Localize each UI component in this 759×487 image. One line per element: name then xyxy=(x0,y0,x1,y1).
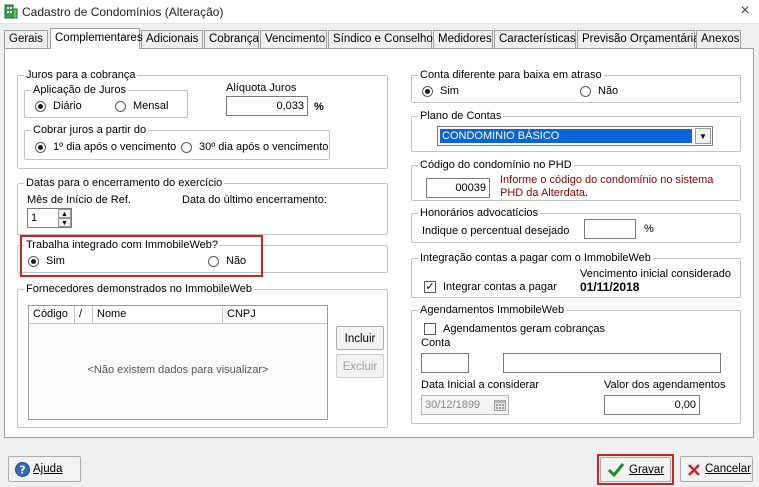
footer-bar: ? Ajuda Gravar Cancelar xyxy=(0,448,759,487)
agendamentos-group: Agendamentos ImmobileWeb Agendamentos ge… xyxy=(411,304,741,424)
phd-group: Código do condomínio no PHD 00039 Inform… xyxy=(411,159,741,201)
tab-strip: Gerais Complementares Adicionais Cobranç… xyxy=(4,28,754,49)
grid-empty-text: <Não existem dados para visualizar> xyxy=(87,364,269,376)
agendamentos-checkbox[interactable] xyxy=(424,323,436,335)
tab-cobranca[interactable]: Cobrança xyxy=(204,30,259,48)
ultimo-encerramento-label: Data do último encerramento: xyxy=(182,194,327,206)
window-title: Cadastro de Condomínios (Alteração) xyxy=(22,5,224,19)
conta-baixa-nao-radio[interactable] xyxy=(580,86,591,97)
aplicacao-group: Aplicação de Juros Diário Mensal xyxy=(24,84,188,118)
data-inicial-value: 30/12/1899 xyxy=(425,399,481,411)
highlight-box xyxy=(20,235,263,277)
trigesimo-dia-label: 30º dia após o vencimento xyxy=(199,141,329,153)
col-codigo[interactable]: Código xyxy=(29,306,75,324)
fornecedores-label: Fornecedores demonstrados no ImmobileWeb xyxy=(24,283,255,295)
agendamentos-label: Agendamentos ImmobileWeb xyxy=(418,304,567,316)
ajuda-button[interactable]: ? Ajuda xyxy=(8,456,81,482)
tab-panel: Juros para a cobrança Aplicação de Juros… xyxy=(4,48,754,438)
agendamentos-check-label: Agendamentos geram cobranças xyxy=(443,323,606,335)
col-sort[interactable]: / xyxy=(75,306,93,324)
tab-previsao[interactable]: Previsão Orçamentária xyxy=(577,30,700,48)
encerramento-label: Datas para o encerramento do exercício xyxy=(24,177,225,189)
aliquota-label: Alíquota Juros xyxy=(226,82,297,94)
mes-inicio-value: 1 xyxy=(31,212,38,224)
encerramento-group: Datas para o encerramento do exercício M… xyxy=(17,177,388,235)
col-nome[interactable]: Nome xyxy=(93,306,223,324)
plano-label: Plano de Contas xyxy=(418,110,504,122)
juros-group-label: Juros para a cobrança xyxy=(24,69,138,81)
cancel-x-icon xyxy=(688,464,700,476)
honorarios-group: Honorários advocatícios Indique o percen… xyxy=(411,207,741,243)
tab-caracteristicas[interactable]: Características xyxy=(494,30,576,48)
tab-complementares[interactable]: Complementares xyxy=(50,28,143,49)
conta-baixa-sim-label: Sim xyxy=(440,85,459,97)
plano-combo[interactable]: CONDOMINIO BÁSICO ▼ xyxy=(437,126,713,146)
conta-code-input[interactable] xyxy=(421,353,469,373)
conta-baixa-label: Conta diferente para baixa em atraso xyxy=(418,69,604,81)
primeiro-dia-radio[interactable] xyxy=(35,142,46,153)
title-bar: Cadastro de Condomínios (Alteração) × xyxy=(0,0,759,24)
honorarios-label: Honorários advocatícios xyxy=(418,207,541,219)
conta-baixa-sim-radio[interactable] xyxy=(422,86,433,97)
mes-inicio-label: Mês de Início de Ref. xyxy=(27,194,131,206)
tab-anexos[interactable]: Anexos xyxy=(696,30,741,48)
diario-radio[interactable] xyxy=(35,101,46,112)
mensal-label: Mensal xyxy=(133,100,169,112)
plano-group: Plano de Contas CONDOMINIO BÁSICO ▼ xyxy=(411,110,741,152)
fornecedores-grid[interactable]: Código / Nome CNPJ <Não existem dados pa… xyxy=(28,305,328,420)
cobrar-group: Cobrar juros a partir do 1º dia após o v… xyxy=(24,124,330,160)
percent-label: % xyxy=(314,101,324,113)
data-inicial-label: Data Inicial a considerar xyxy=(421,379,540,391)
phd-code-input[interactable]: 00039 xyxy=(426,178,490,198)
calendar-icon[interactable] xyxy=(494,399,506,411)
tab-adicionais[interactable]: Adicionais xyxy=(141,30,203,48)
mensal-radio[interactable] xyxy=(115,101,126,112)
cobrar-label: Cobrar juros a partir do xyxy=(31,124,149,136)
spin-up-icon[interactable]: ▲ xyxy=(58,209,71,218)
integracao-group: Integração contas a pagar com o Immobile… xyxy=(411,252,741,298)
primeiro-dia-label: 1º dia após o vencimento xyxy=(53,141,177,153)
svg-text:?: ? xyxy=(19,464,25,477)
phd-label: Código do condomínio no PHD xyxy=(418,159,574,171)
venc-inicial-value: 01/11/2018 xyxy=(580,280,640,294)
honorarios-desc: Indique o percentual desejado xyxy=(422,225,570,237)
tab-vencimento[interactable]: Vencimento xyxy=(260,30,327,48)
col-cnpj[interactable]: CNPJ xyxy=(223,306,327,324)
incluir-button[interactable]: Incluir xyxy=(336,326,384,350)
aliquota-input[interactable]: 0,033 xyxy=(226,96,308,116)
honorarios-input[interactable] xyxy=(584,219,636,239)
valor-input[interactable]: 0,00 xyxy=(604,395,700,415)
conta-desc-input[interactable] xyxy=(503,353,721,373)
conta-label: Conta xyxy=(421,337,451,349)
plano-value: CONDOMINIO BÁSICO xyxy=(440,129,692,143)
integrar-label: Integrar contas a pagar xyxy=(443,281,557,293)
honorarios-percent: % xyxy=(644,223,654,235)
integrar-checkbox[interactable]: ✓ xyxy=(424,281,436,293)
fornecedores-group: Fornecedores demonstrados no ImmobileWeb… xyxy=(17,283,388,428)
conta-baixa-nao-label: Não xyxy=(598,85,619,97)
tab-sindico[interactable]: Síndico e Conselho xyxy=(328,30,433,48)
ajuda-label: Ajuda xyxy=(33,463,63,475)
phd-hint: Informe o código do condomínio no sistem… xyxy=(500,174,714,199)
building-icon xyxy=(4,4,18,19)
excluir-button[interactable]: Excluir xyxy=(336,354,384,378)
cancelar-button[interactable]: Cancelar xyxy=(680,456,753,482)
diario-label: Diário xyxy=(53,100,82,112)
integracao-label: Integração contas a pagar com o Immobile… xyxy=(418,252,653,264)
help-icon: ? xyxy=(15,462,30,477)
gravar-highlight xyxy=(597,454,674,485)
juros-group: Juros para a cobrança Aplicação de Juros… xyxy=(17,69,388,169)
conta-baixa-group: Conta diferente para baixa em atraso Sim… xyxy=(411,69,741,103)
spin-down-icon[interactable]: ▼ xyxy=(58,218,71,227)
chevron-down-icon[interactable]: ▼ xyxy=(695,128,711,144)
tab-medidores[interactable]: Medidores xyxy=(433,30,493,48)
valor-label: Valor dos agendamentos xyxy=(604,379,726,391)
trigesimo-dia-radio[interactable] xyxy=(181,142,192,153)
cancelar-label: Cancelar xyxy=(705,463,752,475)
tab-gerais[interactable]: Gerais xyxy=(4,30,48,48)
close-icon[interactable]: × xyxy=(737,3,753,19)
aplicacao-label: Aplicação de Juros xyxy=(31,84,128,96)
